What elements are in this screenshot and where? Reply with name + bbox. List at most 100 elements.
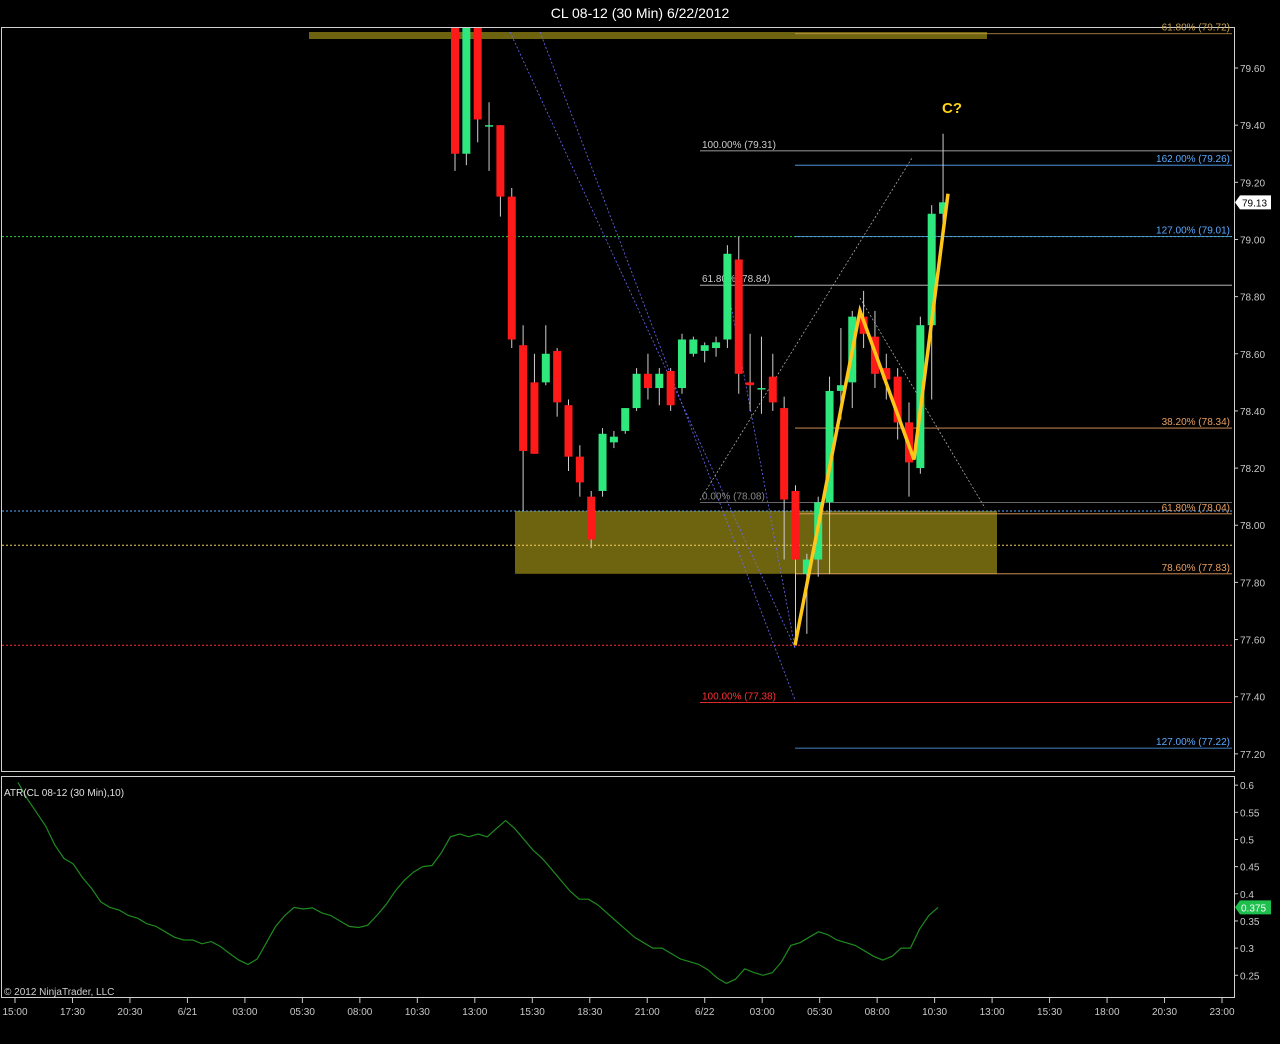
time-tick-label: 03:00: [232, 1007, 257, 1018]
supply-zone: [309, 32, 987, 39]
time-tick-label: 18:30: [577, 1007, 602, 1018]
time-tick-label: 15:00: [2, 1007, 27, 1018]
candle-body: [780, 408, 789, 500]
candle-body: [689, 339, 698, 354]
candle: [451, 28, 459, 171]
candle-body: [496, 125, 505, 197]
time-tick-label: 15:30: [520, 1007, 545, 1018]
time-tick-label: 03:00: [750, 1007, 775, 1018]
candle-body: [643, 373, 652, 389]
time-tick-label: 15:30: [1037, 1007, 1062, 1018]
atr-tick-label: 0.55: [1240, 808, 1260, 819]
time-tick-label: 20:30: [117, 1007, 142, 1018]
fib-label: 38.20% (78.34): [1162, 417, 1230, 428]
candle-body: [541, 353, 550, 383]
time-tick-label: 23:00: [1209, 1007, 1234, 1018]
time-tick-label: 6/22: [695, 1007, 715, 1018]
price-tick-label: 78.60: [1240, 350, 1265, 361]
time-tick-label: 13:00: [462, 1007, 487, 1018]
price-tick-label: 79.40: [1240, 121, 1265, 132]
chart-canvas: 61.80% (79.72) 100.00% (79.31) 162.00% (79…: [0, 23, 1280, 1044]
fib-label: 61.80% (78.04): [1162, 503, 1230, 514]
fib-label: 61.80% (79.72): [1162, 23, 1230, 34]
candle-body: [621, 408, 630, 431]
candle-body: [791, 490, 800, 560]
candle-body: [587, 496, 596, 540]
candle: [507, 188, 516, 349]
price-tick-label: 78.80: [1240, 293, 1265, 304]
price-tick-label: 79.60: [1240, 64, 1265, 75]
fib-label: 0.00% (78.08): [702, 491, 765, 502]
price-tick-label: 77.80: [1240, 578, 1265, 589]
time-tick-label: 17:30: [60, 1007, 85, 1018]
candle: [632, 368, 641, 411]
candle-body: [768, 376, 777, 403]
atr-indicator-label: ATR(CL 08-12 (30 Min),10): [4, 788, 124, 799]
candle-body: [519, 345, 528, 451]
candle: [734, 236, 743, 394]
fib-label: 78.60% (77.83): [1162, 563, 1230, 574]
time-tick-label: 6/21: [178, 1007, 198, 1018]
candle-body: [564, 405, 573, 457]
candle-body: [757, 388, 766, 390]
fib-label: 100.00% (79.31): [702, 140, 776, 151]
candle-body: [530, 382, 539, 454]
price-tick-label: 79.00: [1240, 235, 1265, 246]
candle-body: [473, 28, 482, 120]
candle: [666, 368, 675, 411]
pattern-label-c: C?: [942, 100, 962, 117]
atr-tick-label: 0.25: [1240, 971, 1260, 982]
fib-label: 162.00% (79.26): [1156, 154, 1230, 165]
time-tick-label: 08:00: [865, 1007, 890, 1018]
atr-tick-label: 0.35: [1240, 917, 1260, 928]
candle-body: [734, 259, 743, 374]
candle-body: [485, 125, 494, 127]
candle-body: [666, 370, 675, 406]
candle-body: [700, 345, 709, 351]
candle-body: [632, 373, 641, 409]
time-tick-label: 18:00: [1095, 1007, 1120, 1018]
candle-body: [712, 342, 721, 349]
atr-tick-label: 0.45: [1240, 863, 1260, 874]
price-tick-label: 78.00: [1240, 521, 1265, 532]
price-tick-label: 77.40: [1240, 693, 1265, 704]
candle-body: [553, 350, 562, 403]
candle-body: [723, 253, 732, 340]
last-price-label: 79.13: [1242, 198, 1267, 209]
time-tick-label: 08:00: [347, 1007, 372, 1018]
copyright-text: © 2012 NinjaTrader, LLC: [4, 987, 114, 998]
candle-body: [462, 28, 471, 154]
candle: [689, 336, 698, 357]
candle: [678, 333, 686, 394]
candle-body: [575, 456, 584, 483]
price-tick-label: 79.20: [1240, 178, 1265, 189]
candle: [723, 245, 732, 349]
price-tick-label: 77.20: [1240, 750, 1265, 761]
time-tick-label: 21:00: [635, 1007, 660, 1018]
atr-value-label: 0.375: [1241, 903, 1266, 914]
candle: [462, 28, 471, 166]
candle-body: [451, 28, 459, 154]
candle-body: [507, 196, 516, 340]
candle-body: [678, 339, 686, 389]
candle: [598, 428, 607, 497]
atr-tick-label: 0.5: [1240, 835, 1254, 846]
price-tick-label: 77.60: [1240, 636, 1265, 647]
candle-body: [655, 373, 664, 389]
candle: [621, 408, 630, 434]
time-tick-label: 13:00: [980, 1007, 1005, 1018]
candle-body: [746, 382, 755, 386]
atr-tick-label: 0.3: [1240, 944, 1254, 955]
fib-label: 127.00% (79.01): [1156, 226, 1230, 237]
time-tick-label: 10:30: [922, 1007, 947, 1018]
price-tick-label: 78.20: [1240, 464, 1265, 475]
atr-tick-label: 0.4: [1240, 890, 1254, 901]
candle-body: [609, 436, 618, 443]
fib-label: 100.00% (77.38): [702, 691, 776, 702]
price-tick-label: 78.40: [1240, 407, 1265, 418]
candle-body: [598, 433, 607, 491]
candle: [587, 490, 596, 549]
time-tick-label: 20:30: [1152, 1007, 1177, 1018]
fib-label: 127.00% (77.22): [1156, 737, 1230, 748]
time-tick-label: 05:30: [807, 1007, 832, 1018]
